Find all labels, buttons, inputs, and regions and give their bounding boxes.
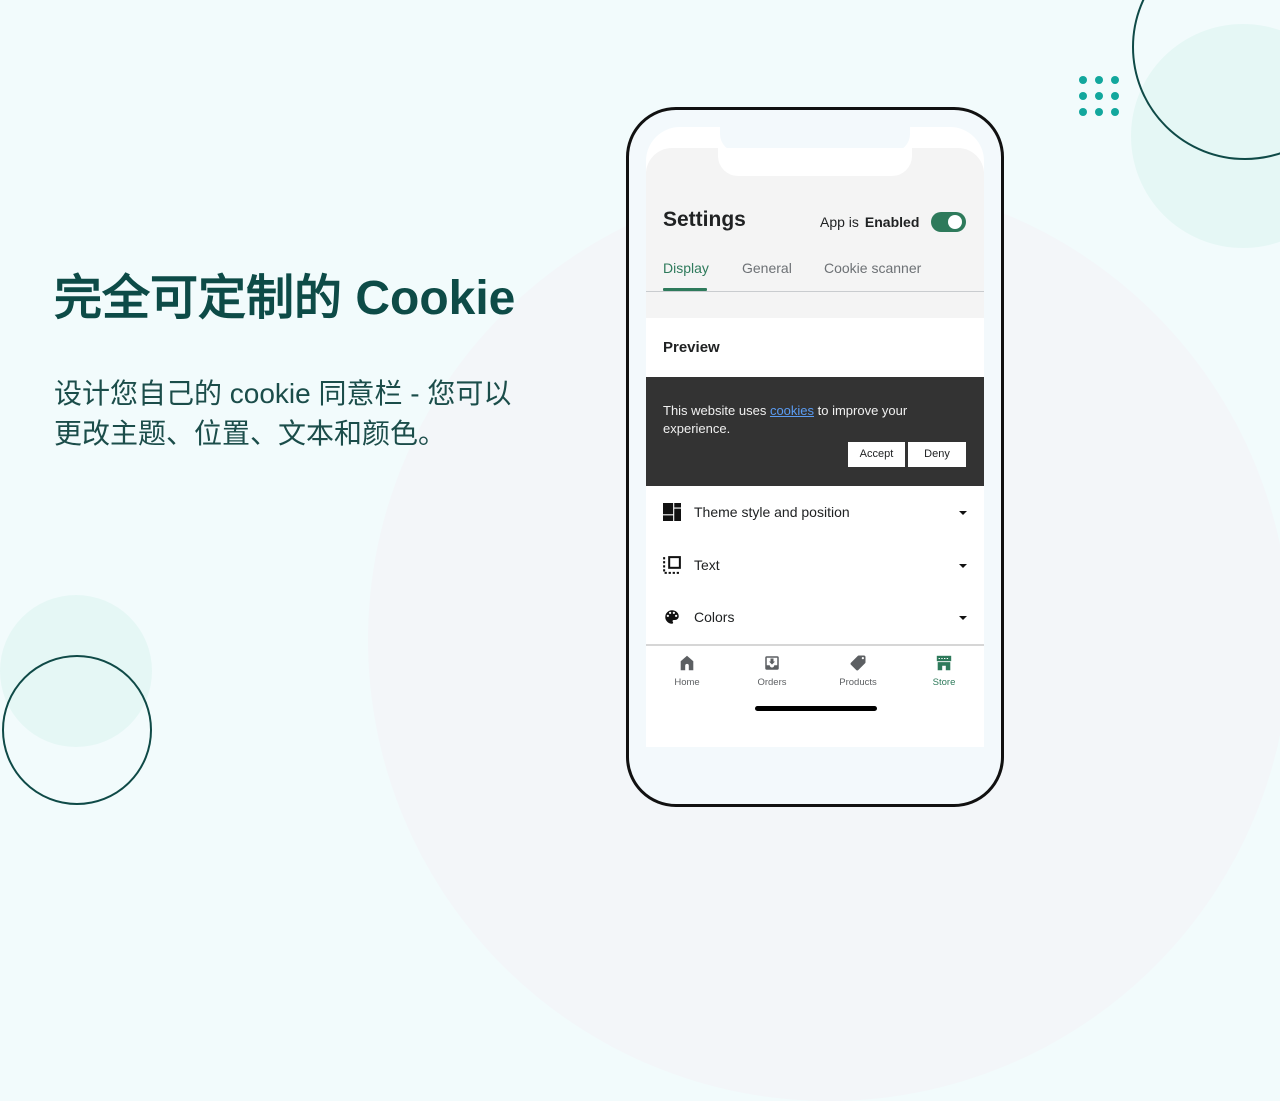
section-label: Theme style and position <box>694 504 850 520</box>
decor-dot <box>1079 76 1087 84</box>
decor-dot <box>1111 76 1119 84</box>
decor-dot <box>1079 108 1087 116</box>
tab-display[interactable]: Display <box>663 260 709 276</box>
decor-dot-grid <box>1079 76 1119 116</box>
home-indicator <box>755 706 877 711</box>
tag-icon <box>849 654 867 672</box>
app-status: App is Enabled <box>820 214 919 230</box>
nav-orders[interactable]: Orders <box>737 652 807 694</box>
decor-ring-bottom-left <box>2 655 152 805</box>
cookie-banner-preview: This website uses cookies to improve you… <box>646 377 984 486</box>
tab-general[interactable]: General <box>742 260 792 276</box>
section-colors[interactable]: Colors <box>646 591 984 643</box>
decor-dot <box>1111 92 1119 100</box>
orders-icon <box>763 654 781 672</box>
phone-screen: Settings App is Enabled Display General C… <box>646 148 984 720</box>
tab-cookie-scanner[interactable]: Cookie scanner <box>824 260 921 276</box>
decor-dot <box>1111 108 1119 116</box>
dashboard-icon <box>663 503 681 521</box>
chevron-down-icon <box>959 564 967 568</box>
section-text[interactable]: Text <box>646 539 984 591</box>
home-icon <box>678 654 696 672</box>
nav-label: Products <box>839 677 877 688</box>
deny-button[interactable]: Deny <box>908 442 966 467</box>
nav-products[interactable]: Products <box>823 652 893 694</box>
section-label: Colors <box>694 609 735 625</box>
section-theme-style[interactable]: Theme style and position <box>646 486 984 538</box>
nav-label: Home <box>674 677 700 688</box>
accept-button[interactable]: Accept <box>848 442 905 467</box>
cookie-banner-text: This website uses cookies to improve you… <box>663 402 938 438</box>
preview-title: Preview <box>663 339 720 356</box>
app-status-prefix: App is <box>820 214 859 230</box>
section-label: Text <box>694 557 720 573</box>
decor-dot <box>1095 76 1103 84</box>
preview-card: Preview <box>646 318 984 377</box>
toggle-knob <box>948 215 962 229</box>
page-title: Settings <box>663 208 746 231</box>
chevron-down-icon <box>959 511 967 515</box>
app-enabled-toggle[interactable] <box>931 212 966 232</box>
hero-title: 完全可定制的 Cookie <box>54 272 516 325</box>
store-icon <box>935 654 953 672</box>
phone-notch-inner <box>718 148 912 176</box>
nav-home[interactable]: Home <box>652 652 722 694</box>
hero-description-line: 更改主题、位置、文本和颜色。 <box>54 418 447 449</box>
banner-text-before: This website uses <box>663 403 770 418</box>
app-status-value: Enabled <box>864 214 920 230</box>
hero-description-line: 设计您自己的 cookie 同意栏 - 您可以 <box>54 378 512 409</box>
hero-description: 设计您自己的 cookie 同意栏 - 您可以 更改主题、位置、文本和颜色。 <box>54 374 511 454</box>
decor-dot <box>1079 92 1087 100</box>
palette-icon <box>663 608 681 626</box>
cookies-link[interactable]: cookies <box>770 403 814 418</box>
select-text-icon <box>663 556 681 574</box>
chevron-down-icon <box>959 616 967 620</box>
decor-dot <box>1095 92 1103 100</box>
bottom-nav-divider <box>646 644 984 646</box>
nav-label: Orders <box>757 677 787 688</box>
nav-store[interactable]: Store <box>909 652 979 694</box>
decor-dot <box>1095 108 1103 116</box>
nav-label: Store <box>932 677 956 688</box>
tab-divider <box>646 291 984 292</box>
